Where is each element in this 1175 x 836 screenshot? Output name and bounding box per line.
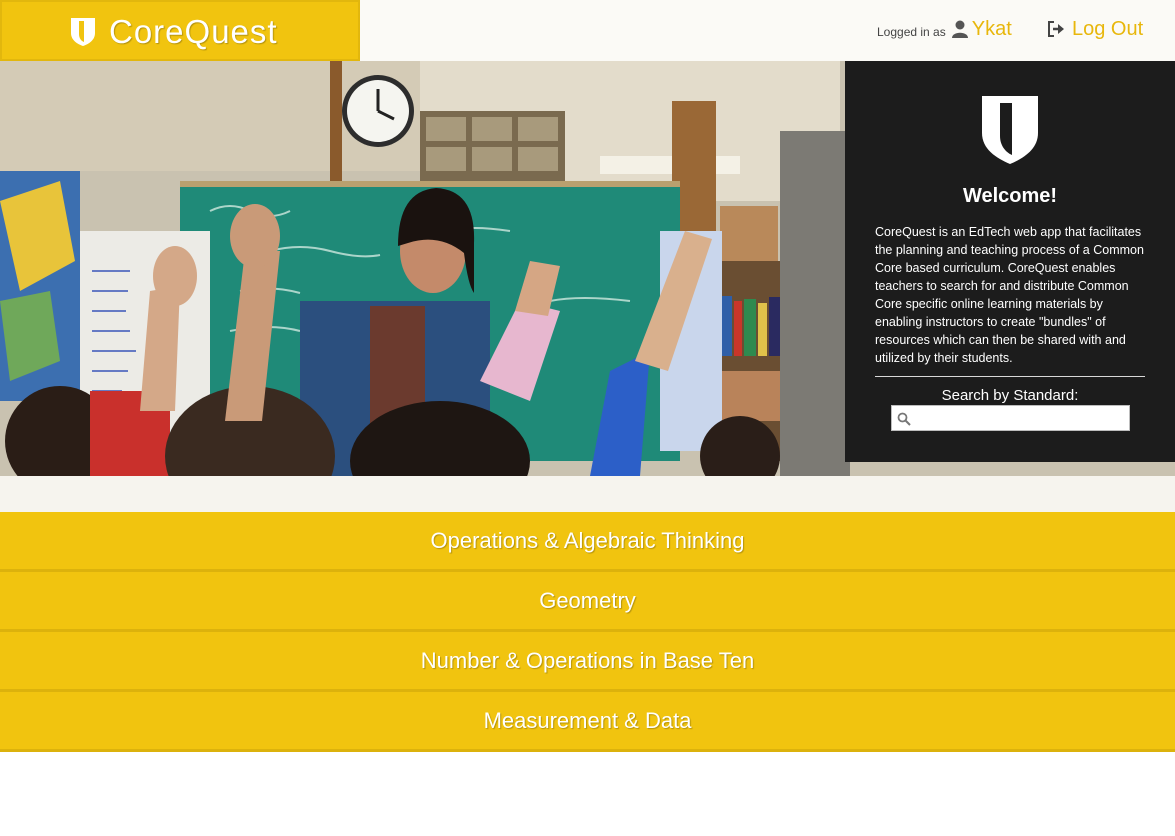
logout-button[interactable]: Log Out bbox=[1047, 16, 1143, 42]
search-label: Search by Standard: bbox=[941, 387, 1079, 404]
user-info: Logged in as Ykat bbox=[877, 16, 1012, 42]
divider bbox=[875, 376, 1145, 377]
welcome-title: Welcome! bbox=[962, 185, 1058, 207]
category-geometry[interactable]: Geometry bbox=[0, 572, 1175, 632]
shield-icon bbox=[982, 96, 1038, 164]
category-label: Number & Operations in Base Ten bbox=[420, 647, 755, 673]
shield-icon bbox=[71, 18, 95, 46]
brand-logo[interactable]: CoreQuest bbox=[0, 0, 360, 61]
page-footer-space bbox=[0, 752, 1175, 836]
logged-in-label: Logged in as bbox=[877, 25, 946, 39]
category-label: Geometry bbox=[539, 587, 636, 613]
user-icon bbox=[951, 20, 968, 38]
welcome-description: CoreQuest is an EdTech web app that faci… bbox=[875, 225, 1144, 365]
category-list: Operations & Algebraic Thinking Geometry… bbox=[0, 512, 1175, 752]
category-measurement-data[interactable]: Measurement & Data bbox=[0, 692, 1175, 752]
search-icon bbox=[897, 412, 911, 426]
category-operations-algebraic-thinking[interactable]: Operations & Algebraic Thinking bbox=[0, 512, 1175, 572]
category-number-operations-base-ten[interactable]: Number & Operations in Base Ten bbox=[0, 632, 1175, 692]
username-link[interactable]: Ykat bbox=[972, 18, 1012, 41]
brand-name: CoreQuest bbox=[109, 13, 278, 50]
welcome-panel: Welcome! CoreQuest is an EdTech web app … bbox=[845, 61, 1175, 462]
hero-banner: Welcome! CoreQuest is an EdTech web app … bbox=[0, 61, 1175, 476]
logout-label: Log Out bbox=[1072, 17, 1144, 40]
category-label: Operations & Algebraic Thinking bbox=[430, 527, 745, 553]
top-header: CoreQuest Logged in as Ykat Log Out bbox=[0, 0, 1175, 61]
search-input[interactable] bbox=[914, 406, 1126, 430]
category-label: Measurement & Data bbox=[483, 707, 692, 733]
search-box[interactable] bbox=[891, 405, 1130, 431]
logout-icon bbox=[1048, 21, 1064, 37]
